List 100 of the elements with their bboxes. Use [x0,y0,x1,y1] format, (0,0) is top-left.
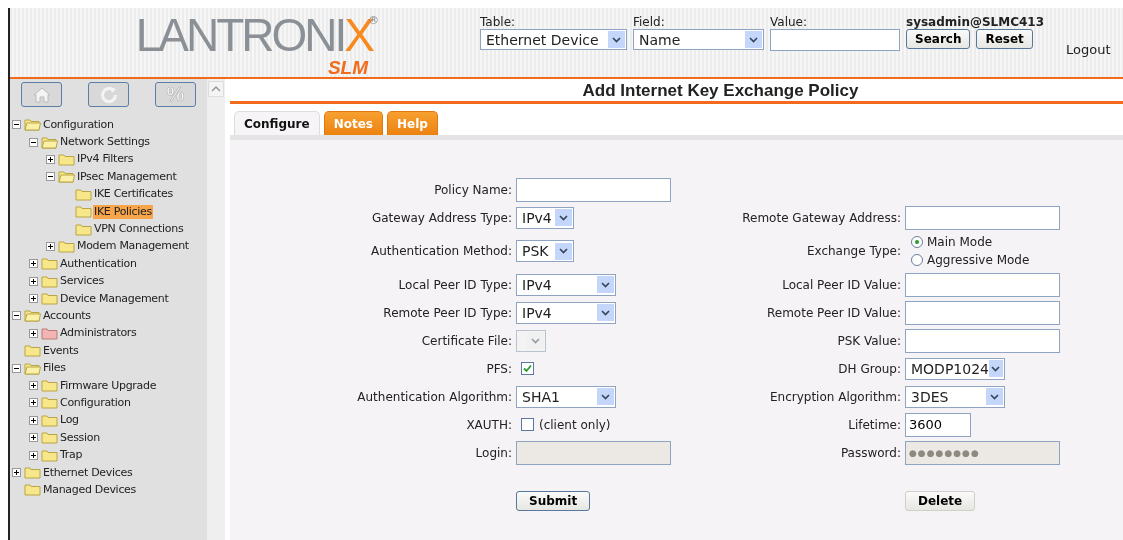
collapse-icon[interactable] [12,120,21,130]
folder-icon [75,205,92,219]
collapse-icon[interactable] [12,311,21,321]
field-dropdown[interactable]: Name [633,29,764,50]
expand-icon[interactable] [29,381,38,391]
logout-link[interactable]: Logout [1066,42,1111,57]
field-label: Authentication Algorithm: [356,388,512,406]
tree-item[interactable]: Trap [59,448,84,463]
scrollbar[interactable] [207,79,225,540]
expand-icon[interactable] [46,154,55,164]
folder-icon [75,222,92,236]
tree-item[interactable]: IKE Certificates [93,187,174,202]
field-label: DH Group: [837,360,901,378]
header-button[interactable]: Search [906,29,971,49]
collapse-icon[interactable] [29,137,38,147]
expand-icon[interactable] [12,468,21,477]
dropdown[interactable]: SHA1 [516,385,616,408]
tree-item[interactable]: Ethernet Devices [42,465,134,480]
field-label: Remote Gateway Address: [741,209,901,227]
tree-item[interactable]: Network Settings [59,135,151,150]
tree-item[interactable]: VPN Connections [93,222,185,237]
tree-item[interactable]: Accounts [42,309,92,323]
radio-button[interactable] [911,236,923,248]
dropdown[interactable]: MODP1024 [905,357,1005,380]
home-icon [32,86,51,103]
folder-icon [41,379,58,393]
tree-item[interactable]: Services [59,274,105,289]
tree-item[interactable]: Configuration [59,395,132,410]
input-field[interactable] [905,205,1060,230]
field-label: XAUTH: [465,416,512,434]
tree-item[interactable]: Session [59,430,101,445]
tree-item[interactable]: Authentication [59,256,138,271]
table-dropdown[interactable]: Ethernet Device [480,29,627,50]
dropdown[interactable]: PSK [516,240,574,262]
tree-item[interactable]: Device Management [59,291,170,306]
radio-label: Main Mode [927,235,993,249]
checkbox[interactable] [521,418,534,431]
field-label: Certificate File: [420,332,512,350]
input-field[interactable] [905,272,1060,297]
chevron-down-icon [990,393,999,400]
dropdown[interactable]: 3DES [905,385,1005,408]
delete-button[interactable]: Delete [905,491,976,511]
collapse-icon[interactable] [12,363,21,373]
input-field[interactable] [905,300,1060,325]
input-field[interactable] [905,328,1060,353]
field-label: Local Peer ID Type: [397,276,512,294]
expand-icon[interactable] [29,328,38,338]
folder-icon [41,448,58,462]
page-title: Add Internet Key Exchange Policy [230,79,1123,104]
dropdown[interactable]: IPv4 [516,273,616,296]
submit-button[interactable]: Submit [516,491,591,511]
chevron-down-icon [559,248,568,254]
chevron-down-icon [601,281,610,288]
tree-item[interactable]: Log [59,413,80,428]
field-label: Value: [770,15,808,29]
chevron-down-icon [601,309,610,316]
tree-item[interactable]: Managed Devices [42,482,138,497]
expand-icon[interactable] [29,433,38,443]
expand-icon[interactable] [29,415,38,425]
checkbox[interactable] [521,362,534,375]
home-button[interactable] [21,82,62,107]
folder-icon [24,483,41,497]
expand-icon[interactable] [29,450,38,460]
tree-item[interactable]: IPsec Management [76,169,178,184]
folder-icon [41,292,58,306]
folder-icon [75,187,92,201]
header-button[interactable]: Reset [976,29,1033,49]
tree-item[interactable]: Firmware Upgrade [59,378,158,393]
tree-item[interactable]: IKE Policies [93,204,153,219]
field-label: PSK Value: [836,332,901,350]
dropdown[interactable]: IPv4 [516,301,616,324]
tab[interactable]: Configure [234,111,320,135]
tree-item[interactable]: IPv4 Filters [76,152,135,167]
folder-icon [41,396,58,410]
folder-icon [24,466,41,479]
expand-icon[interactable] [46,241,55,251]
chevron-down-icon [749,36,758,43]
dropdown[interactable]: IPv4 [516,206,574,229]
tree-item[interactable]: Configuration [42,117,115,132]
value-field[interactable] [770,29,900,51]
scroll-up-icon[interactable] [208,81,224,97]
field-label: Remote Peer ID Value: [765,304,901,322]
tree-item[interactable]: Administrators [59,326,138,341]
expand-icon[interactable] [29,259,38,269]
refresh-button[interactable] [88,82,129,107]
radio-button[interactable] [911,254,923,266]
field-label: Exchange Type: [805,243,901,260]
expand-icon[interactable] [29,276,38,286]
collapse-icon[interactable] [46,172,55,182]
tree-item[interactable]: Files [42,361,67,376]
expand-icon[interactable] [29,294,38,304]
username: sysadmin@SLMC413 [906,15,1045,29]
open-folder-icon [41,135,58,149]
tree-item[interactable]: Events [42,343,80,358]
field-label: Local Peer ID Value: [781,276,901,294]
input-field[interactable] [516,177,671,202]
expand-icon[interactable] [29,398,38,408]
open-folder-icon [58,170,75,184]
input-field[interactable]: 3600 [905,412,971,437]
tree-item[interactable]: Modem Management [76,239,190,254]
